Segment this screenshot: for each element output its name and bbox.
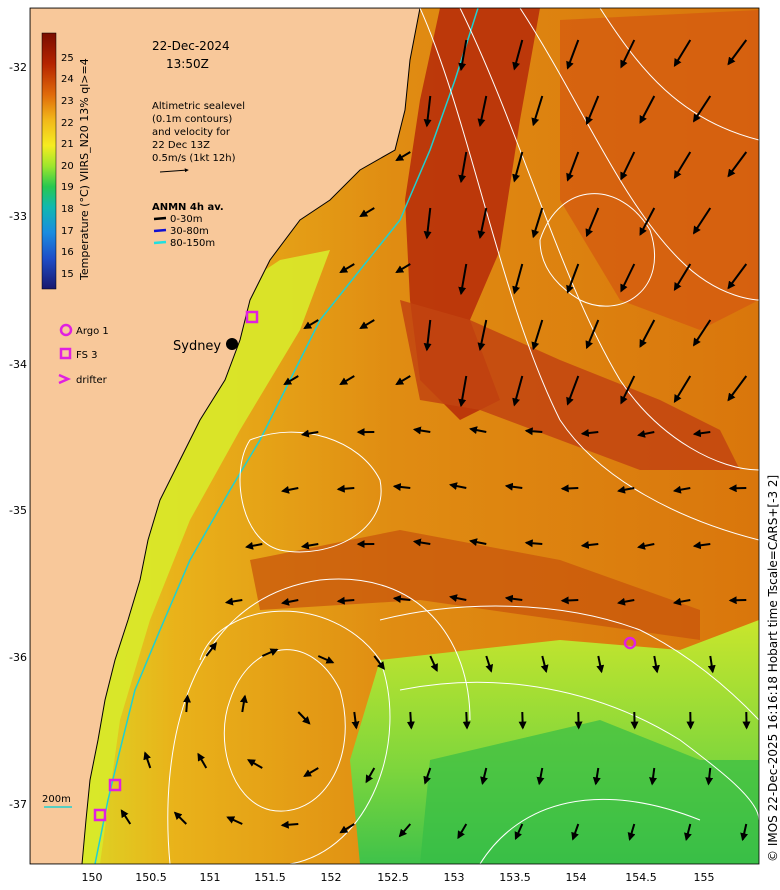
- x-tick: 151.5: [254, 871, 286, 884]
- cbar-tick: 18: [61, 204, 74, 215]
- legend-label: Argo 1: [76, 326, 109, 337]
- cbar-tick: 17: [61, 226, 74, 237]
- cbar-tick: 21: [61, 139, 74, 150]
- altimetry-line: 0.5m/s (1kt 12h): [152, 153, 236, 164]
- velocity-arrow: [524, 539, 543, 548]
- colorbar-title: Temperature (°C) VIIRS_N20 13% ql>=4: [78, 58, 91, 281]
- velocity-arrow: [462, 711, 471, 730]
- y-tick: -32: [9, 61, 27, 74]
- cbar-tick: 16: [61, 247, 74, 258]
- legend-label: FS 3: [76, 350, 97, 361]
- x-tick: 153: [444, 871, 465, 884]
- y-tick: -35: [9, 504, 27, 517]
- x-tick: 153.5: [499, 871, 531, 884]
- altimetry-line: 22 Dec 13Z: [152, 140, 210, 151]
- time-label: 13:50Z: [166, 57, 209, 71]
- x-tick: 154.5: [625, 871, 657, 884]
- x-tick: 150: [82, 871, 103, 884]
- cbar-tick: 22: [61, 118, 74, 129]
- velocity-arrow: [560, 596, 579, 605]
- colorbar: [41, 32, 57, 290]
- cbar-tick: 19: [61, 182, 74, 193]
- anmn-title: ANMN 4h av.: [152, 202, 224, 213]
- sst-map: 25 24 23 22 21 20 19 18 17 16 15 Tempera…: [9, 7, 780, 884]
- y-tick: -34: [9, 358, 27, 371]
- sydney-marker: [226, 338, 238, 350]
- velocity-arrow: [183, 694, 192, 713]
- velocity-arrow: [336, 484, 355, 493]
- cbar-tick: 20: [61, 161, 74, 172]
- cbar-tick: 24: [61, 74, 74, 85]
- velocity-arrow: [524, 427, 543, 436]
- velocity-arrow: [560, 484, 579, 493]
- altimetry-line: Altimetric sealevel: [152, 101, 245, 112]
- date-label: 22-Dec-2024: [152, 39, 230, 53]
- x-tick: 150.5: [135, 871, 167, 884]
- cbar-tick: 23: [61, 96, 74, 107]
- cbar-tick: 25: [61, 53, 74, 64]
- x-tick: 152.5: [377, 871, 409, 884]
- legend-label: drifter: [76, 375, 108, 386]
- altimetry-line: and velocity for: [152, 127, 231, 138]
- anmn-swatch: [153, 228, 167, 233]
- y-tick: -33: [9, 210, 27, 223]
- x-tick: 152: [321, 871, 342, 884]
- anmn-swatch: [153, 240, 167, 245]
- anmn-label: 0-30m: [170, 214, 202, 225]
- city-label: Sydney: [173, 339, 221, 354]
- anmn-label: 80-150m: [170, 238, 215, 249]
- x-axis: 150 150.5 151 151.5 152 152.5 153 153.5 …: [82, 871, 715, 884]
- y-axis: -32 -33 -34 -35 -36 -37: [9, 61, 27, 811]
- x-tick: 155: [694, 871, 715, 884]
- velocity-arrow: [336, 596, 355, 605]
- x-tick: 151: [200, 871, 221, 884]
- y-tick: -37: [9, 798, 27, 811]
- cbar-tick: 15: [61, 269, 74, 280]
- altimetry-line: (0.1m contours): [152, 114, 232, 125]
- copyright: © IMOS 22-Dec-2025 16:16:18 Hobart time …: [766, 475, 780, 862]
- velocity-arrow: [406, 711, 415, 730]
- x-tick: 154: [566, 871, 587, 884]
- velocity-arrow: [280, 820, 299, 829]
- isobath-label: 200m: [42, 794, 71, 805]
- y-tick: -36: [9, 651, 27, 664]
- anmn-label: 30-80m: [170, 226, 209, 237]
- anmn-swatch: [153, 216, 167, 221]
- velocity-arrow: [518, 711, 527, 730]
